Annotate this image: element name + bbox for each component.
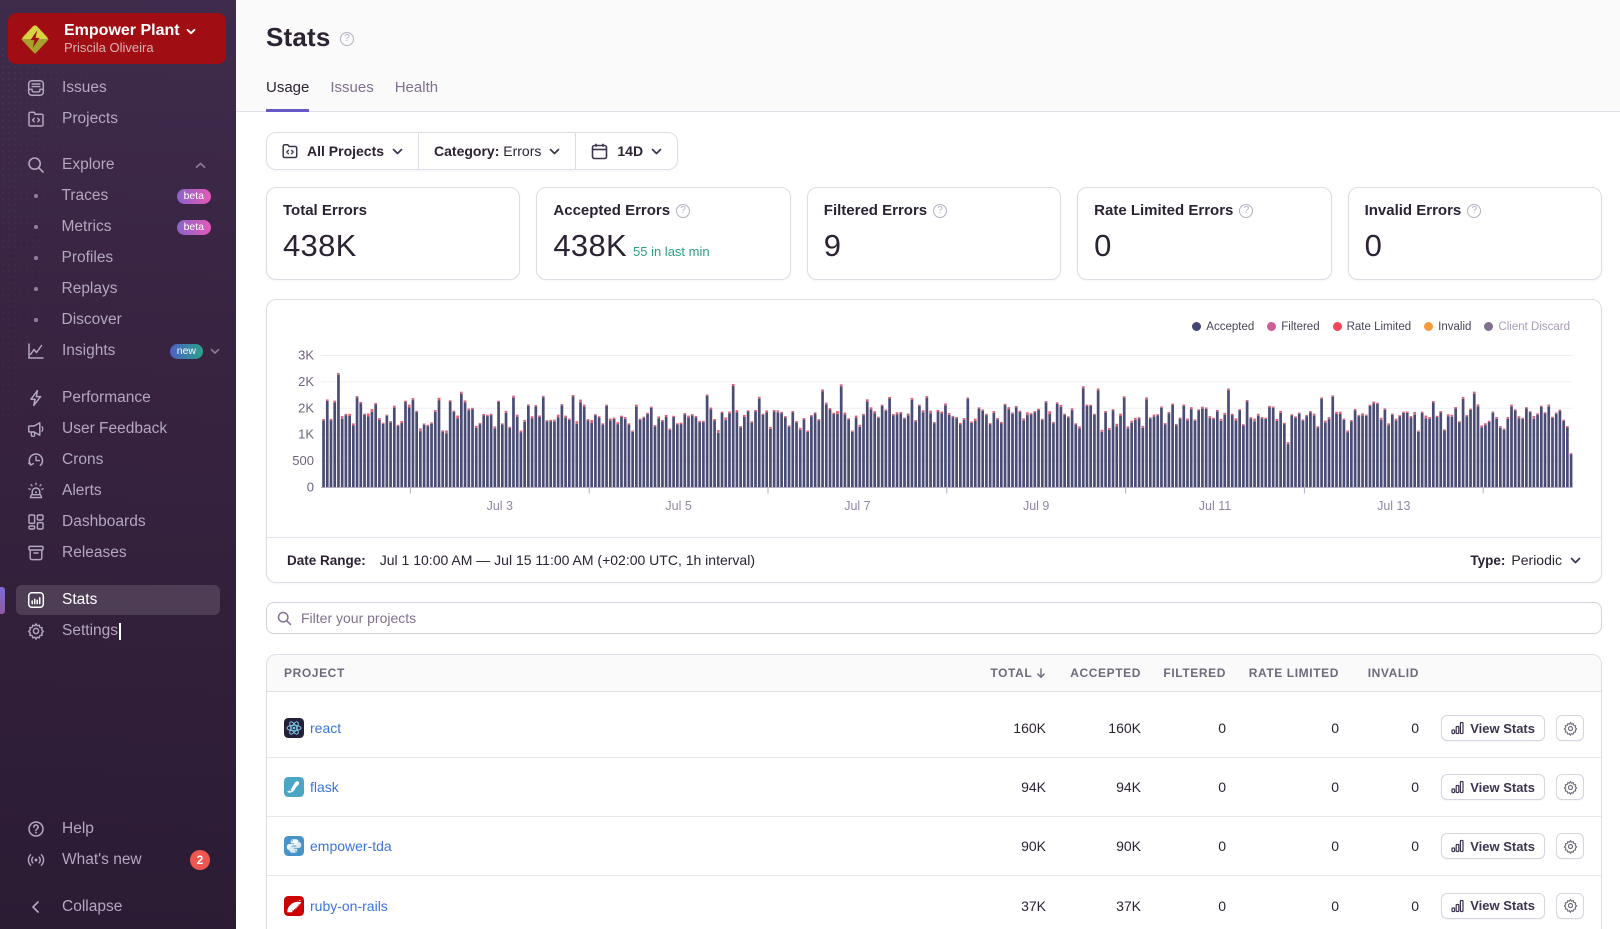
- svg-text:2K: 2K: [298, 374, 314, 389]
- svg-text:Jul 9: Jul 9: [1023, 499, 1049, 513]
- svg-text:Jul 7: Jul 7: [844, 499, 870, 513]
- svg-text:3K: 3K: [298, 348, 314, 363]
- svg-text:0: 0: [307, 480, 314, 495]
- svg-text:1K: 1K: [298, 427, 314, 442]
- svg-text:Jul 13: Jul 13: [1377, 499, 1410, 513]
- svg-text:500: 500: [292, 453, 314, 468]
- svg-text:2K: 2K: [298, 400, 314, 415]
- svg-text:Jul 11: Jul 11: [1199, 499, 1231, 513]
- svg-text:Jul 3: Jul 3: [487, 499, 513, 513]
- svg-text:Jul 5: Jul 5: [665, 499, 691, 513]
